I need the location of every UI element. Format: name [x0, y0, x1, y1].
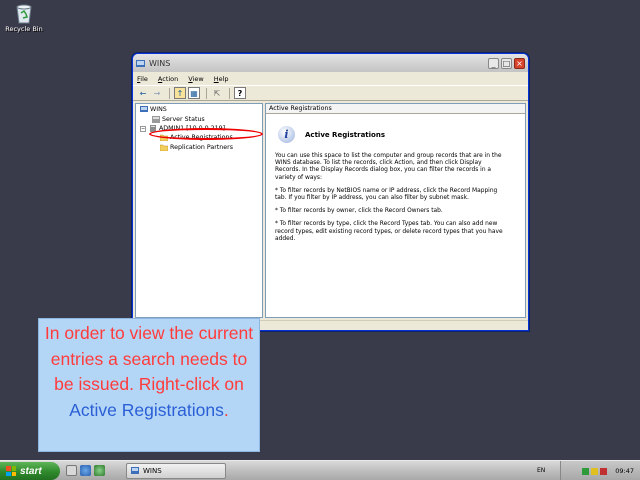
folder-icon — [160, 144, 168, 151]
info-icon: i — [278, 126, 295, 143]
pane-description: You can use this space to list the compu… — [275, 153, 505, 243]
toolbar: ← → ↑ ▦ ⇱ ? — [133, 85, 528, 101]
toolbar-separator — [169, 87, 170, 99]
close-button[interactable]: × — [514, 57, 525, 69]
menu-view[interactable]: View — [188, 75, 203, 83]
tray-app-icon[interactable] — [600, 467, 608, 475]
title-bar[interactable]: WINS _ □ × — [133, 54, 528, 72]
taskbar: start WINS EN 09:47 — [0, 460, 640, 480]
media-player-icon[interactable] — [94, 465, 105, 476]
tree-node-wins[interactable]: WINS — [140, 106, 167, 113]
windows-logo-icon — [6, 466, 16, 476]
recycle-bin-desktop-icon[interactable]: Recycle Bin — [4, 2, 44, 33]
wins-app-icon — [131, 467, 139, 474]
up-folder-icon[interactable]: ↑ — [174, 87, 186, 99]
forward-arrow-icon[interactable]: → — [151, 87, 163, 99]
info-heading: i Active Registrations — [278, 126, 525, 143]
tree-node-server-status[interactable]: Server Status — [152, 116, 205, 123]
console-content: WINS Server Status − ADMIN1 [10.0.0.219]… — [135, 103, 526, 318]
toolbar-separator — [206, 87, 207, 99]
description-paragraph: * To filter records by NetBIOS name or I… — [275, 187, 498, 202]
recycle-bin-label: Recycle Bin — [5, 25, 43, 33]
tray-app-icon[interactable] — [582, 467, 590, 475]
tree-expander-server[interactable]: − — [140, 126, 146, 132]
menu-help[interactable]: Help — [214, 75, 229, 83]
language-indicator[interactable]: EN — [537, 467, 545, 474]
start-label: start — [20, 465, 42, 477]
instruction-callout: In order to view the current entries a s… — [38, 318, 260, 452]
wins-app-icon — [136, 59, 145, 67]
description-paragraph: * To filter records by type, click the R… — [275, 221, 503, 242]
minimize-button[interactable]: _ — [488, 57, 499, 69]
tree-node-replication-partners[interactable]: Replication Partners — [160, 144, 233, 151]
maximize-button[interactable]: □ — [501, 57, 512, 69]
wins-node-icon — [140, 106, 148, 112]
menu-action[interactable]: Action — [158, 75, 178, 83]
system-tray: EN 09:47 — [537, 461, 640, 480]
internet-explorer-icon[interactable] — [80, 465, 91, 476]
back-arrow-icon[interactable]: ← — [137, 87, 149, 99]
instruction-highlight: Active Registrations — [69, 399, 224, 420]
menu-bar: File Action View Help — [133, 72, 528, 85]
details-pane: Active Registrations i Active Registrati… — [265, 103, 526, 318]
description-paragraph: You can use this space to list the compu… — [275, 153, 502, 181]
taskbar-item-wins[interactable]: WINS — [126, 463, 226, 479]
export-list-icon[interactable]: ⇱ — [211, 87, 223, 99]
show-hide-tree-icon[interactable]: ▦ — [188, 87, 200, 99]
description-paragraph: * To filter records by owner, click the … — [275, 208, 443, 215]
menu-file[interactable]: File — [137, 75, 148, 83]
start-button[interactable]: start — [0, 462, 60, 480]
info-title: Active Registrations — [305, 130, 386, 139]
recycle-bin-icon — [14, 2, 34, 24]
instruction-text: In order to view the current entries a s… — [44, 323, 254, 394]
wins-window[interactable]: WINS _ □ × File Action View Help ← → ↑ ▦… — [132, 53, 529, 331]
console-tree[interactable]: WINS Server Status − ADMIN1 [10.0.0.219]… — [135, 103, 263, 318]
clock[interactable]: 09:47 — [615, 467, 634, 475]
window-title: WINS — [149, 58, 171, 68]
show-desktop-icon[interactable] — [66, 465, 77, 476]
tray-app-icon[interactable] — [591, 467, 599, 475]
pane-header: Active Registrations — [266, 104, 525, 114]
instruction-period: . — [223, 399, 229, 420]
highlight-annotation-oval — [149, 128, 263, 140]
server-status-icon — [152, 116, 160, 123]
toolbar-separator — [229, 87, 230, 99]
help-icon[interactable]: ? — [234, 87, 246, 99]
